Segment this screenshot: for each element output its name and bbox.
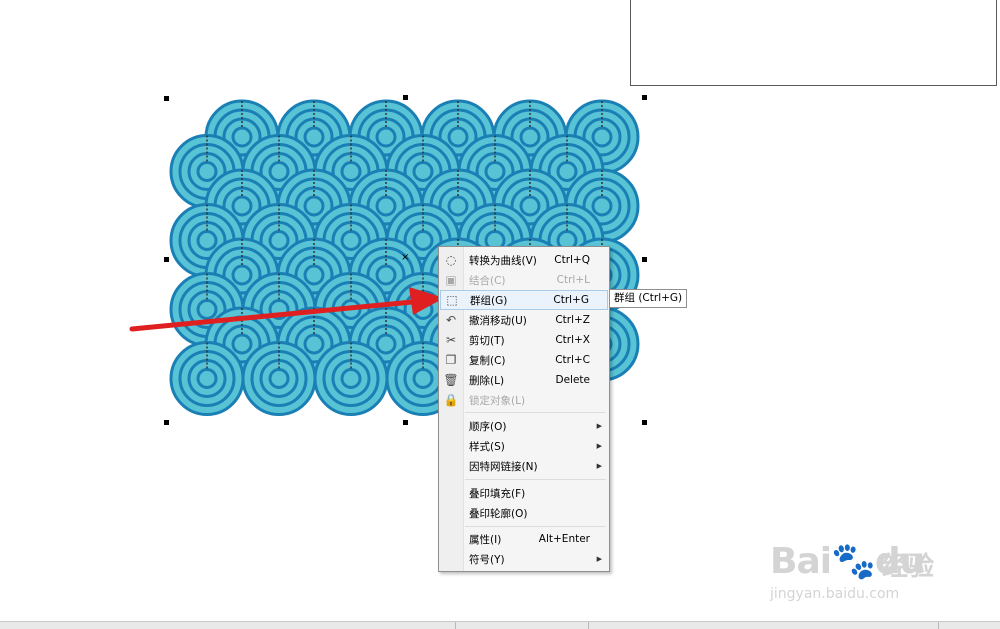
concentric-circle[interactable] [169, 341, 245, 416]
concentric-circle[interactable] [313, 341, 389, 416]
menu-item-copy[interactable]: ❐ 复制(C) Ctrl+C [440, 350, 608, 370]
menu-separator [465, 412, 606, 413]
watermark-url: jingyan.baidu.com [770, 586, 900, 602]
scissors-icon: ✂ [445, 333, 457, 347]
menu-item-combine[interactable]: ▣ 结合(C) Ctrl+L [440, 270, 608, 290]
combine-icon: ▣ [445, 273, 457, 287]
selection-handle-middle-left[interactable] [164, 257, 169, 262]
copy-icon: ❐ [445, 353, 457, 367]
selection-handle-bottom-middle[interactable] [403, 420, 408, 425]
trash-icon: 🗑 [443, 373, 459, 387]
selection-handle-bottom-left[interactable] [164, 420, 169, 425]
menu-separator [465, 479, 606, 480]
menu-item-internet-link[interactable]: 因特网链接(N) ▶ [440, 456, 608, 476]
menu-item-convert-to-curves[interactable]: ◌ 转换为曲线(V) Ctrl+Q [440, 250, 608, 270]
selection-handle-middle-right[interactable] [642, 257, 647, 262]
menu-item-group[interactable]: ⬚ 群组(G) Ctrl+G [440, 290, 608, 310]
menu-item-lock-object[interactable]: 🔒 锁定对象(L) [440, 390, 608, 410]
menu-item-undo-move[interactable]: ↶ 撤消移动(U) Ctrl+Z [440, 310, 608, 330]
menu-item-order[interactable]: 顺序(O) ▶ [440, 416, 608, 436]
paw-icon: 🐾 [831, 541, 876, 582]
menu-item-overprint-outline[interactable]: 叠印轮廓(O) [440, 503, 608, 523]
selection-handle-top-left[interactable] [164, 96, 169, 101]
menu-item-style[interactable]: 样式(S) ▶ [440, 436, 608, 456]
group-tooltip: 群组 (Ctrl+G) [609, 289, 688, 308]
submenu-arrow-icon: ▶ [596, 462, 602, 470]
concentric-circle[interactable] [241, 341, 317, 416]
menu-separator [465, 526, 606, 527]
group-icon: ⬚ [446, 293, 458, 307]
menu-item-properties[interactable]: 属性(I) Alt+Enter [440, 529, 608, 549]
selection-handle-top-middle[interactable] [403, 95, 408, 100]
baidu-watermark: Bai🐾du 经验 jingyan.baidu.com [770, 520, 950, 610]
submenu-arrow-icon: ▶ [596, 422, 602, 430]
menu-item-overprint-fill[interactable]: 叠印填充(F) [440, 483, 608, 503]
lock-icon: 🔒 [443, 393, 459, 407]
menu-item-symbol[interactable]: 符号(Y) ▶ [440, 549, 608, 569]
watermark-chinese: 经验 [882, 552, 935, 582]
selection-center-marker: × [401, 252, 410, 263]
submenu-arrow-icon: ▶ [596, 555, 602, 563]
undo-icon: ↶ [445, 313, 457, 327]
menu-item-cut[interactable]: ✂ 剪切(T) Ctrl+X [440, 330, 608, 350]
selection-handle-bottom-right[interactable] [642, 420, 647, 425]
menu-item-delete[interactable]: 🗑 删除(L) Delete [440, 370, 608, 390]
context-menu: ◌ 转换为曲线(V) Ctrl+Q ▣ 结合(C) Ctrl+L ⬚ 群组(G)… [438, 246, 610, 572]
selection-handle-top-right[interactable] [642, 95, 647, 100]
convert-to-curve-icon: ◌ [445, 253, 457, 267]
submenu-arrow-icon: ▶ [596, 442, 602, 450]
